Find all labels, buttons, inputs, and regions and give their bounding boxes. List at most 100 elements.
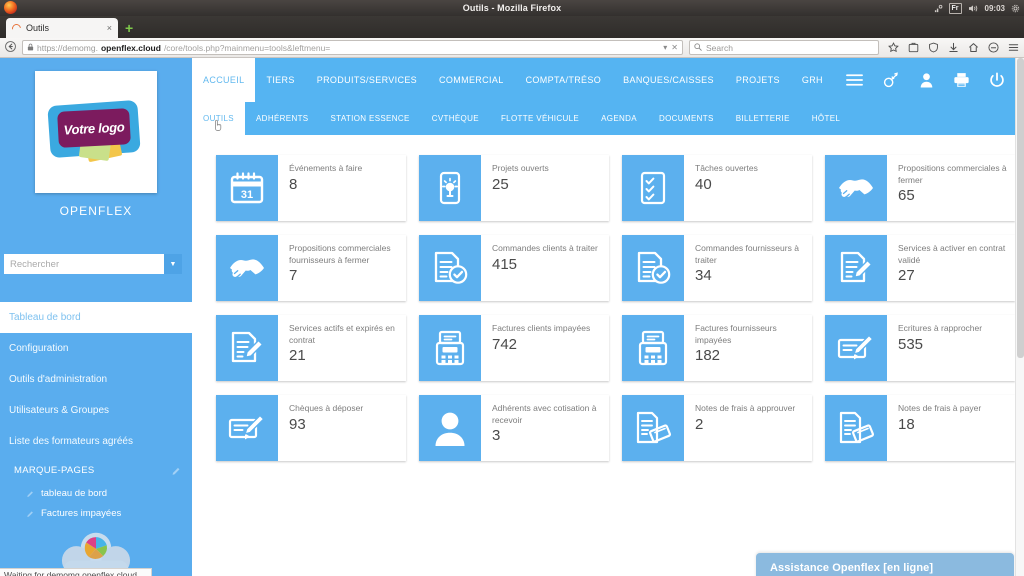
stat-card-label: Propositions commerciales à fermer bbox=[898, 163, 1007, 185]
topnav-item-compta-treso[interactable]: COMPTA/TRÉSO bbox=[515, 58, 613, 102]
stop-loading-icon[interactable]: ✕ bbox=[671, 43, 678, 52]
stat-card[interactable]: Factures fournisseurs impayées 182 bbox=[622, 315, 812, 381]
power-icon[interactable] bbox=[989, 71, 1005, 89]
shield-icon[interactable] bbox=[928, 42, 939, 53]
stat-card[interactable]: Commandes clients à traiter 415 bbox=[419, 235, 609, 301]
account-icon[interactable] bbox=[988, 42, 999, 53]
url-domain: openflex.cloud bbox=[100, 42, 161, 53]
close-icon[interactable]: × bbox=[107, 23, 112, 33]
subnav-item-station-essence[interactable]: STATION ESSENCE bbox=[320, 102, 421, 135]
bookmark-item-label: Factures impayées bbox=[41, 507, 122, 519]
stat-card[interactable]: Chèques à déposer 93 bbox=[216, 395, 406, 461]
bookmark-star-icon[interactable] bbox=[888, 42, 899, 53]
browser-tab[interactable]: Outils × bbox=[6, 18, 118, 38]
sidebar-item-outils-administration[interactable]: Outils d'administration bbox=[0, 364, 192, 395]
stat-card[interactable]: Projets ouverts 25 bbox=[419, 155, 609, 221]
back-button[interactable] bbox=[5, 41, 16, 54]
subnav-label: ADHÉRENTS bbox=[256, 114, 309, 123]
sidebar-item-tableau-de-bord[interactable]: Tableau de bord bbox=[0, 302, 192, 333]
home-icon[interactable] bbox=[968, 42, 979, 53]
chevron-down-icon[interactable]: ▾ bbox=[663, 43, 667, 52]
topnav-item-produits-services[interactable]: PRODUITS/SERVICES bbox=[306, 58, 428, 102]
bookmark-icon[interactable] bbox=[171, 465, 182, 476]
stat-card[interactable]: Adhérents avec cotisation à recevoir 3 bbox=[419, 395, 609, 461]
printer-icon[interactable] bbox=[953, 72, 970, 88]
topnav-item-grh[interactable]: GRH bbox=[791, 58, 834, 102]
stat-card[interactable]: 31 Événements à faire 8 bbox=[216, 155, 406, 221]
firefox-logo-icon bbox=[4, 1, 17, 14]
clock[interactable]: 09:03 bbox=[985, 4, 1005, 13]
bug-report-icon[interactable] bbox=[883, 71, 900, 89]
page-scrollbar[interactable] bbox=[1015, 58, 1024, 576]
volume-icon[interactable] bbox=[968, 4, 979, 13]
url-bar-actions: ▾ ✕ bbox=[663, 43, 678, 52]
topnav-item-projets[interactable]: PROJETS bbox=[725, 58, 791, 102]
chevron-down-icon[interactable]: ▼ bbox=[164, 254, 182, 274]
assistance-bar[interactable]: Assistance Openflex [en ligne] bbox=[756, 553, 1014, 576]
topnav-item-tiers[interactable]: TIERS bbox=[255, 58, 305, 102]
stat-card[interactable]: Propositions commerciales fournisseurs à… bbox=[216, 235, 406, 301]
stat-card-label: Notes de frais à approuver bbox=[695, 403, 796, 413]
stat-card[interactable]: Services actifs et expirés en contrat 21 bbox=[216, 315, 406, 381]
stat-card-label: Chèques à déposer bbox=[289, 403, 364, 413]
subnav-item-agenda[interactable]: AGENDA bbox=[590, 102, 648, 135]
network-icon[interactable] bbox=[934, 4, 943, 13]
download-icon[interactable] bbox=[948, 42, 959, 53]
subnav-label: DOCUMENTS bbox=[658, 114, 714, 123]
sidebar-item-label: Outils d'administration bbox=[9, 374, 108, 385]
stat-card-label: Commandes fournisseurs à traiter bbox=[695, 243, 799, 265]
stat-card[interactable]: Commandes fournisseurs à traiter 34 bbox=[622, 235, 812, 301]
keyboard-layout-indicator[interactable]: Fr bbox=[948, 2, 962, 14]
pocket-icon[interactable] bbox=[908, 42, 919, 53]
subnav-item-hotel[interactable]: HÔTEL bbox=[801, 102, 851, 135]
new-tab-button[interactable]: + bbox=[125, 21, 133, 35]
sidebar-item-utilisateurs-groupes[interactable]: Utilisateurs & Groupes bbox=[0, 395, 192, 426]
scrollbar-thumb[interactable] bbox=[1017, 58, 1024, 358]
stat-card-label: Projets ouverts bbox=[492, 163, 549, 173]
topnav-item-accueil[interactable]: ACCUEIL bbox=[192, 58, 256, 102]
stat-card-label: Notes de frais à payer bbox=[898, 403, 982, 413]
topnav-item-banques-caisses[interactable]: BANQUES/CAISSES bbox=[612, 58, 725, 102]
subnav-item-billetterie[interactable]: BILLETTERIE bbox=[725, 102, 801, 135]
stat-card[interactable]: Factures clients impayées 742 bbox=[419, 315, 609, 381]
bookmarks-header[interactable]: MARQUE-PAGES bbox=[0, 457, 192, 483]
stat-card[interactable]: Propositions commerciales à fermer 65 bbox=[825, 155, 1015, 221]
app-main: ACCUEIL TIERS PRODUITS/SERVICES COMMERCI… bbox=[192, 58, 1024, 576]
browser-tabstrip: Outils × + bbox=[0, 16, 1024, 38]
page-viewport: Votre logo OPENFLEX ▼ Tableau de bord Co… bbox=[0, 58, 1024, 576]
stat-card[interactable]: Tâches ouvertes 40 bbox=[622, 155, 812, 221]
search-input[interactable] bbox=[4, 254, 164, 274]
topnav-label: TIERS bbox=[266, 75, 295, 85]
brand-name: OPENFLEX bbox=[59, 204, 133, 218]
payment-terminal-icon bbox=[419, 315, 481, 381]
sidebar-search[interactable]: ▼ bbox=[4, 254, 182, 274]
subnav-item-outils[interactable]: OUTILS bbox=[192, 102, 245, 135]
user-icon[interactable] bbox=[919, 72, 934, 88]
sidebar-item-liste-formateurs[interactable]: Liste des formateurs agréés bbox=[0, 426, 192, 457]
stat-card-value: 2 bbox=[695, 415, 704, 433]
hamburger-menu-icon[interactable] bbox=[1008, 42, 1019, 53]
stat-card-label: Services actifs et expirés en contrat bbox=[289, 323, 395, 345]
subnav-item-flotte-vehicule[interactable]: FLOTTE VÉHICULE bbox=[490, 102, 590, 135]
gear-icon[interactable] bbox=[1011, 4, 1020, 13]
bookmark-item-factures-impayees[interactable]: Factures impayées bbox=[0, 503, 192, 523]
subnav-label: FLOTTE VÉHICULE bbox=[500, 114, 580, 123]
url-bar[interactable]: https://demomg. openflex.cloud/core/tools… bbox=[22, 40, 683, 55]
stat-card[interactable]: Notes de frais à approuver 2 bbox=[622, 395, 812, 461]
sidebar-item-label: Liste des formateurs agréés bbox=[9, 436, 133, 447]
topnav-item-commercial[interactable]: COMMERCIAL bbox=[428, 58, 515, 102]
browser-search-bar[interactable]: Search bbox=[689, 40, 879, 55]
mouse-cursor-icon bbox=[214, 119, 221, 131]
subnav-item-adherents[interactable]: ADHÉRENTS bbox=[245, 102, 320, 135]
stat-card[interactable]: Ecritures à rapprocher 535 bbox=[825, 315, 1015, 381]
stat-card-label: Tâches ouvertes bbox=[695, 163, 758, 173]
subnav-item-cvtheque[interactable]: CVTHÈQUE bbox=[421, 102, 490, 135]
stat-card[interactable]: Notes de frais à payer 18 bbox=[825, 395, 1015, 461]
logo-container[interactable]: Votre logo bbox=[35, 71, 157, 193]
subnav-item-documents[interactable]: DOCUMENTS bbox=[648, 102, 725, 135]
document-check-icon bbox=[622, 235, 684, 301]
sidebar-item-configuration[interactable]: Configuration bbox=[0, 333, 192, 364]
stat-card[interactable]: Services à activer en contrat validé 27 bbox=[825, 235, 1015, 301]
hamburger-menu-icon[interactable] bbox=[834, 58, 875, 102]
bookmark-item-tableau-de-bord[interactable]: tableau de bord bbox=[0, 483, 192, 503]
